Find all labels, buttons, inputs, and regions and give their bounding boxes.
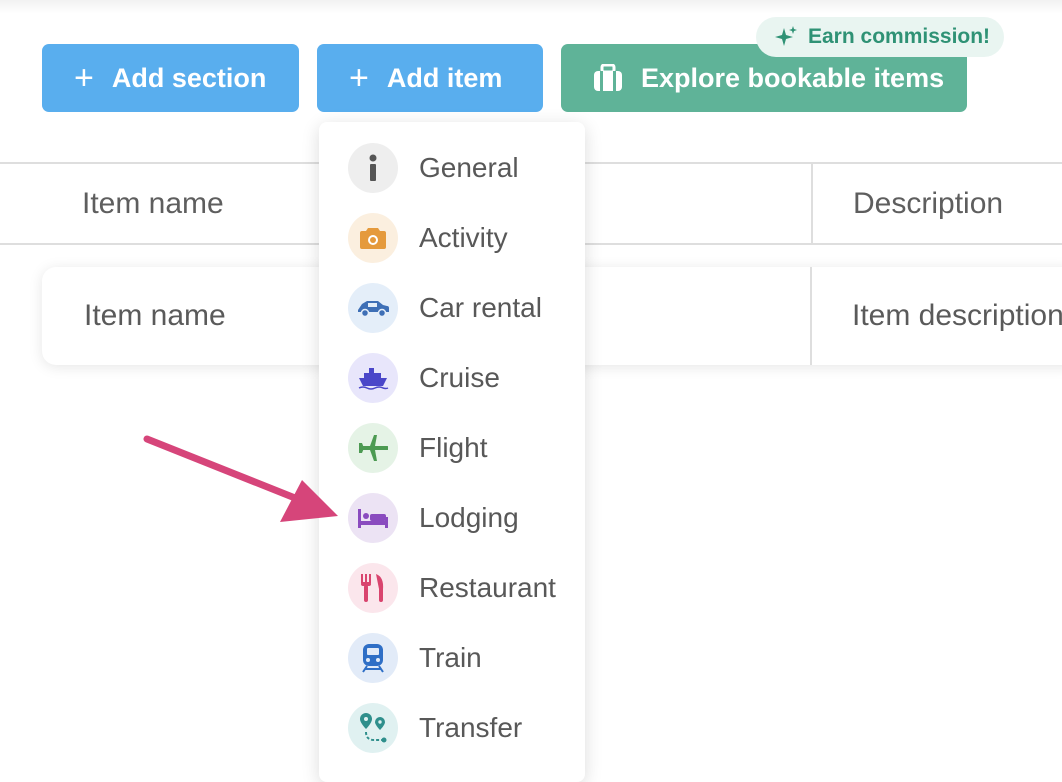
airplane-icon	[348, 423, 398, 473]
column-header-item-name: Item name	[82, 187, 224, 220]
train-icon	[348, 633, 398, 683]
menu-item-label: Lodging	[419, 502, 519, 533]
row-item-description[interactable]: Item description	[852, 299, 1062, 333]
plus-icon: +	[349, 59, 369, 97]
add-item-dropdown-menu: General Activity Car rental Cruise Fligh…	[319, 122, 585, 782]
menu-item-label: Car rental	[419, 292, 542, 323]
car-icon	[348, 283, 398, 333]
menu-item-general[interactable]: General	[319, 133, 585, 203]
earn-commission-label: Earn commission!	[808, 25, 991, 48]
menu-item-label: General	[419, 152, 519, 183]
menu-item-flight[interactable]: Flight	[319, 413, 585, 483]
menu-item-label: Restaurant	[419, 572, 556, 603]
ship-icon	[348, 353, 398, 403]
menu-item-train[interactable]: Train	[319, 623, 585, 693]
row-column-divider	[810, 267, 812, 365]
info-icon	[348, 143, 398, 193]
menu-item-label: Cruise	[419, 362, 500, 393]
add-section-button[interactable]: + Add section	[42, 44, 299, 112]
plus-icon: +	[74, 59, 94, 97]
menu-item-label: Transfer	[419, 712, 523, 743]
explore-label: Explore bookable items	[641, 62, 945, 93]
menu-item-restaurant[interactable]: Restaurant	[319, 553, 585, 623]
column-header-description: Description	[853, 187, 1004, 220]
menu-item-label: Train	[419, 642, 482, 673]
add-item-button[interactable]: + Add item	[317, 44, 543, 112]
menu-item-transfer[interactable]: Transfer	[319, 693, 585, 763]
top-shadow	[0, 0, 1062, 14]
annotation-arrow	[143, 435, 338, 522]
menu-item-label: Activity	[419, 222, 508, 253]
suitcase-icon	[594, 64, 622, 91]
route-icon	[348, 703, 398, 753]
menu-item-cruise[interactable]: Cruise	[319, 343, 585, 413]
header-column-divider	[811, 163, 813, 243]
menu-item-car-rental[interactable]: Car rental	[319, 273, 585, 343]
bed-icon	[348, 493, 398, 543]
utensils-icon	[348, 563, 398, 613]
add-section-label: Add section	[111, 62, 267, 93]
menu-item-lodging[interactable]: Lodging	[319, 483, 585, 553]
menu-item-label: Flight	[419, 432, 488, 463]
add-item-label: Add item	[386, 62, 503, 93]
camera-icon	[348, 213, 398, 263]
menu-item-activity[interactable]: Activity	[319, 203, 585, 273]
sparkles-icon	[775, 26, 797, 46]
row-item-name[interactable]: Item name	[84, 299, 226, 333]
earn-commission-badge: Earn commission!	[756, 17, 1004, 57]
